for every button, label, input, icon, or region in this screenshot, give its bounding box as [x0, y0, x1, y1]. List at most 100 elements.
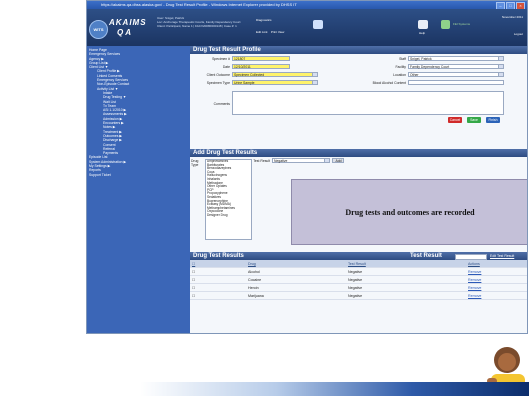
chevron-down-icon [324, 159, 329, 162]
test-result-column-header[interactable]: Test Result [346, 260, 466, 268]
row-checkbox[interactable]: ☐ [190, 275, 246, 284]
logout-link[interactable]: Logout [502, 32, 523, 37]
select-all-header[interactable]: ☐ [190, 260, 246, 268]
add-results-form: Drug Type Amphetamines Barbiturates Benzod… [190, 157, 527, 247]
sidebar: Home Page Emergency Services Agency ▶ Group… [87, 46, 190, 333]
facility-label: Facility [395, 65, 406, 69]
results-grid: Drug Test Results Test Result Edit Test … [190, 252, 527, 300]
chevron-down-icon [498, 57, 503, 60]
row-result: Negative [346, 283, 466, 292]
row-drug: Alcohol [246, 267, 346, 276]
browser-window: https://akaims.qa.dhss.alaska.gov/ - Dru… [86, 0, 528, 334]
chevron-down-icon [312, 73, 317, 76]
wits-logo: WITS [89, 20, 108, 39]
fei-logo-text: FEI Systems [453, 22, 471, 26]
help-link[interactable]: Help [419, 31, 425, 35]
results-test-result-select[interactable] [455, 254, 487, 260]
row-checkbox[interactable]: ☐ [190, 267, 246, 276]
app-header: WITS AKAIMS QA User: Snigel, Patrick Loc… [87, 9, 527, 46]
remove-link[interactable]: Remove [466, 267, 527, 276]
decorative-stripe [140, 382, 529, 396]
table-row: ☐ Heroin Negative Remove [190, 283, 527, 292]
staff-select[interactable]: Snigel, Patrick [408, 56, 504, 61]
user-info: User: Snigel, Patrick Loc: Anchorage The… [157, 16, 241, 28]
row-drug: Cocaine [246, 275, 346, 284]
outcome-value: Specimen Collected [234, 73, 265, 77]
print-view-link[interactable]: Print View [271, 30, 284, 34]
drug-option[interactable]: Designer Drug [207, 213, 251, 218]
row-checkbox[interactable]: ☐ [190, 291, 246, 300]
row-result: Negative [346, 267, 466, 276]
profile-section-title: Drug Test Result Profile [190, 46, 527, 54]
sidebar-item[interactable]: Support Ticket [89, 173, 190, 177]
chevron-down-icon [498, 65, 503, 68]
profile-form: Specimen # 121807 Date 12/10/2011 Client… [190, 54, 527, 149]
save-button[interactable]: Save [467, 117, 481, 123]
specimen-input[interactable]: 121807 [232, 56, 290, 61]
results-title: Drug Test Results [193, 253, 244, 259]
browser-title-bar: https://akaims.qa.dhss.alaska.gov/ - Dru… [87, 1, 527, 10]
drug-type-label: Drug Type [191, 159, 199, 167]
callout-message: Drug tests and outcomes are recorded [345, 207, 475, 217]
results-test-result-label: Test Result [410, 253, 442, 259]
add-results-section-title: Add Drug Test Results [190, 149, 527, 157]
date-label: Date [222, 65, 230, 69]
chevron-down-icon [312, 81, 317, 84]
drug-column-header[interactable]: Drug [246, 260, 346, 268]
staff-value: Snigel, Patrick [410, 57, 432, 61]
outcome-label: Client Outcome [206, 73, 230, 77]
specimen-type-label: Specimen Type [206, 81, 230, 85]
outcome-select[interactable]: Specimen Collected [232, 72, 318, 77]
comments-label: Comments [213, 102, 230, 106]
row-drug: Marijuana [246, 291, 346, 300]
diagnostics-link[interactable]: Diagnostics [256, 18, 284, 22]
add-button[interactable]: Add [332, 158, 344, 163]
table-row: ☐ Cocaine Negative Remove [190, 275, 527, 284]
help-icon[interactable] [418, 20, 428, 29]
test-result-label: Test Result [253, 159, 270, 163]
header-tools: Diagnostics Edit Link Print View [256, 18, 284, 34]
remove-link[interactable]: Remove [466, 291, 527, 300]
finish-button[interactable]: Finish [486, 117, 500, 123]
remove-link[interactable]: Remove [466, 275, 527, 284]
cancel-button[interactable]: Cancel [448, 117, 462, 123]
row-result: Negative [346, 275, 466, 284]
specimen-label: Specimen # [212, 57, 230, 61]
date-input[interactable]: 12/10/2011 [232, 64, 290, 69]
drug-type-list[interactable]: Amphetamines Barbiturates Benzodiazepines C… [205, 159, 252, 240]
fei-logo-icon [441, 20, 450, 29]
specimen-type-select[interactable]: Urine Sample [232, 80, 318, 85]
print-view-icon[interactable] [313, 20, 323, 29]
table-row: ☐ Alcohol Negative Remove [190, 267, 527, 276]
row-drug: Heroin [246, 283, 346, 292]
edit-link[interactable]: Edit Link [256, 30, 268, 34]
environment-label: QA [117, 28, 133, 37]
location-select[interactable]: Other [408, 72, 504, 77]
bac-input[interactable] [408, 80, 504, 85]
actions-column-header: Actions [466, 260, 527, 268]
results-section-title: Drug Test Results Test Result Edit Test … [190, 252, 527, 260]
header-date: November 2011 [501, 15, 523, 19]
staff-label: Staff [399, 57, 406, 61]
test-result-value: Negative [274, 159, 288, 163]
facility-select[interactable]: Family Dependency Court [408, 64, 504, 69]
location-value: Other [410, 73, 419, 77]
browser-title: https://akaims.qa.dhss.alaska.gov/ - Dru… [101, 2, 297, 7]
specimen-type-value: Urine Sample [234, 81, 255, 85]
bac-label: Blood Alcohol Content [372, 81, 406, 85]
row-result: Negative [346, 291, 466, 300]
test-result-select[interactable]: Negative [272, 158, 330, 163]
brand-name: AKAIMS [109, 18, 147, 27]
comments-textarea[interactable] [232, 91, 504, 115]
table-row: ☐ Marijuana Negative Remove [190, 291, 527, 300]
chevron-down-icon [498, 73, 503, 76]
location-label: Location [393, 73, 406, 77]
edit-test-result-link[interactable]: Edit Test Result [490, 252, 514, 260]
row-checkbox[interactable]: ☐ [190, 283, 246, 292]
remove-link[interactable]: Remove [466, 283, 527, 292]
results-table: ☐ Drug Test Result Actions ☐ Alcohol Neg… [190, 260, 527, 300]
client-line: Client: Participant, Name 1 | FACV2008F0… [157, 24, 237, 28]
callout-box: Drug tests and outcomes are recorded [291, 179, 527, 245]
facility-value: Family Dependency Court [410, 65, 450, 69]
results-header-row: ☐ Drug Test Result Actions [190, 260, 527, 268]
